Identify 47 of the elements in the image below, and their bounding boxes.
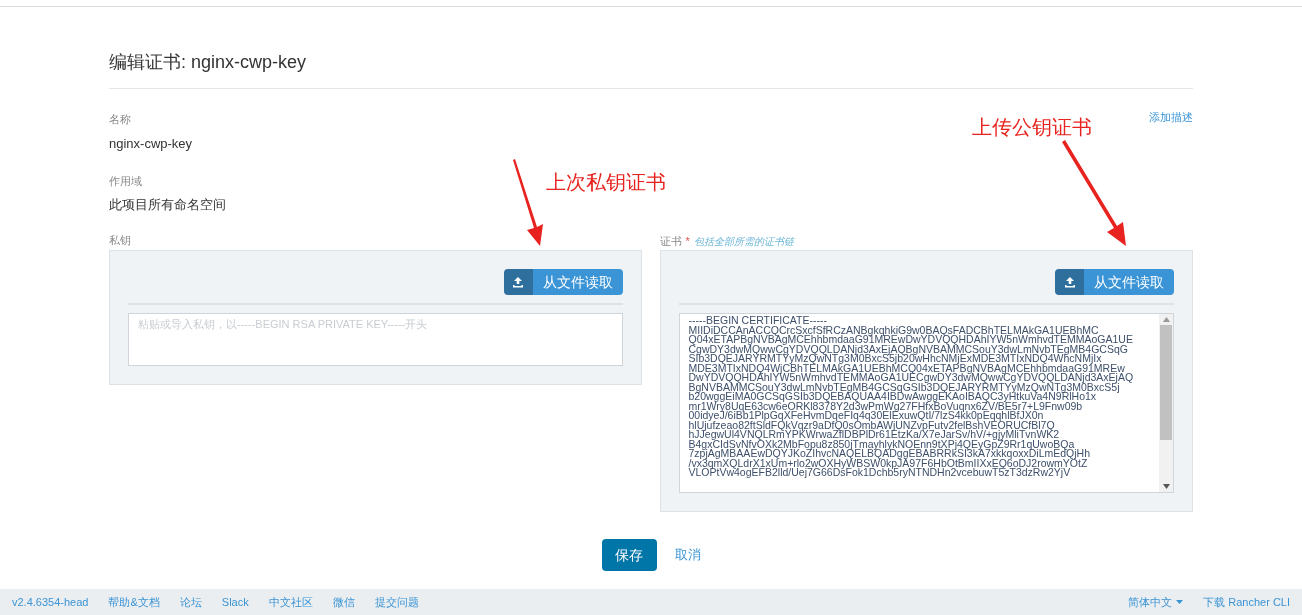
certificate-line: mr1Wry8UqE63cw6eORKl8378Y2d3wPmWg27FHfxBoVuqnx6ZV/BE5r7+L9Fnw09b [688,401,1083,411]
certificate-line: MIIDiDCCAnACCQCrcSxcfSfRCzANBgkqhkiG9w0BAQsFADCBhTELMAkGA1UEBhMC [688,325,1099,335]
download-cli-link[interactable]: 下载 Rancher CLI [1203,593,1290,611]
certificate-line: SIb3DQEJARYRMTYyMzQwNTg3M0BxcS5jb20wHhcNMjExMDE3MTIxNDQ4WhcNMjIx [688,354,1102,364]
certificate-line: hJJegwUl4VNQLRmYPKWrwaZflDBPlDr61EtzKa/X7eJarSv/hV/+gjyMliTvnWK2 [688,430,1060,440]
certificate-line: 7zpjAgMBAAEwDQYJKoZIhvcNAQELBQADggEBABRRkSI3kA7xkkqoxxDiLmEdQjHh [688,449,1090,459]
annotation-text: 上次私钥证书 [546,170,666,195]
footer-link[interactable]: 微信 [332,593,355,611]
annotation-text: 上传公钥证书 [972,115,1092,140]
certificate-line: b20wggEiMA0GCSqGSIb3DQEBAQUAA4IBDwAwggEKAoIBAQC3yHtkuVa4N9RlHo1x [688,392,1097,402]
arrow-icon [510,158,546,248]
field-label: 名称 [109,112,132,127]
certificate-line: 00idyeJ/6iBb1PlpGqXFeHvmDqeFIq4q30ElExuwQtI/7lzS4kk0pEqqhlBfJX0n [688,411,1044,421]
required-mark: * [685,233,690,249]
footer-link[interactable]: v2.4.6354-head [12,593,89,611]
footer-link[interactable]: 帮助&文档 [108,593,160,611]
certificate-line: B4gxCIdSvNfvOXk2MbFopu8z850jTmayhlykNOEnn9tXPj4QEyGpZ9Rr1qUwoBQa [688,439,1075,449]
field-value: 此项目所有命名空间 [109,195,226,214]
field-label: 作用域 [109,174,142,189]
footer-link[interactable]: Slack [221,593,249,611]
cancel-button[interactable]: 取消 [674,539,701,571]
scroll-down-icon[interactable] [1162,484,1170,489]
certificate-line: VLOPtVw4ogEFB2lld/Uej7G66DsFok1Dchb5ryNTNDHn2vcebuwT5zT3dzRw2YjV [688,468,1071,478]
footer-link[interactable]: 论坛 [179,593,202,611]
certificate-line: CgwDY3dwMQwwCgYDVQQLDANjd3AxEjAQBgNVBAMMCSouY3dwLmNvbTEgMB4GCSqG [688,344,1128,354]
certificate-line: MDE3MTIxNDQ4WjCBhTELMAkGA1UEBhMCQ04xETAPBgNVBAgMCEhhbmdaaG91MREw [688,363,1125,373]
certificate-field[interactable] [678,313,1174,493]
footer-link[interactable]: 提交问题 [374,593,419,611]
add-description-link[interactable]: 添加描述 [1149,109,1193,153]
field-value: nginx-cwp-key [109,134,193,153]
certificate-line: /vx3qmXQLdrX1xUm+rlo2wOXHyWBSW0kpJA97F6HbOtBmIIXxEQ6oDJ2rowmYOtZ [688,458,1088,468]
upload-icon [1063,276,1076,288]
scrollbar-thumb[interactable] [1160,325,1172,440]
certificate-line: hlUjufzeao82ftSldFQkVqzr9aDfQ0sOmbAWjUNZvpFutv2felBshVEORUCfBl7Q [688,420,1055,430]
page-title: 编辑证书: nginx-cwp-key [109,49,1193,89]
certificate-line: DwYDVQQHDAhIYW5nWmhvdTEMMAoGA1UECgwDY3dwMQwwCgYDVQQLDANjd3AxEjAQ [688,373,1134,383]
upload-icon [512,276,524,288]
field-label: 私钥 [109,233,131,248]
save-button[interactable]: 保存 [601,539,657,571]
field-label: 证书 [659,233,682,249]
footer-link[interactable]: 中文社区 [268,593,313,611]
field-hint: 包括全部所需的证书链 [693,234,794,249]
caret-icon [1176,600,1184,604]
language-selector[interactable]: 简体中文 [1128,593,1184,611]
certificate-line: -----BEGIN CERTIFICATE----- [688,316,827,326]
certificate-line: Q04xETAPBgNVBAgMCEhhbmdaaG91MREwDwYDVQQHDAhIYW5nWmhvdTEMMAoGA1UE [688,335,1133,345]
certificate-line: BgNVBAMMCSouY3dwLmNvbTEgMB4GCSqGSIb3DQEJARYRMTYyMzQwNTg3M0BxcS5j [688,382,1120,392]
